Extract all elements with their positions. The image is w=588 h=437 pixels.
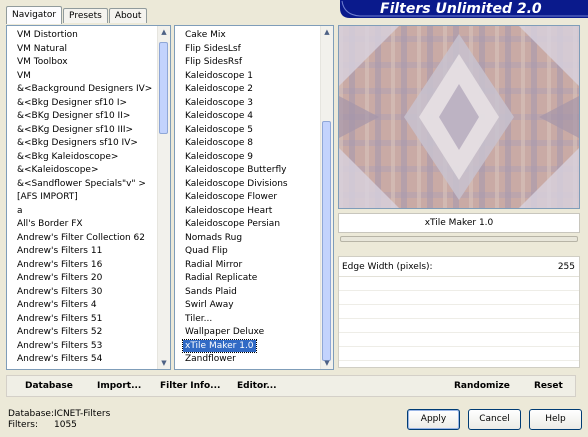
preview-image [339,26,579,208]
filter-item[interactable]: Kaleidoscope Flower [175,191,321,205]
category-item[interactable]: Andrew's Filters 54 [7,353,158,367]
action-bar: Database Import... Filter Info... Editor… [6,375,576,397]
filter-item[interactable]: Swirl Away [175,299,321,313]
tab-strip: Navigator Presets About [6,6,148,24]
filter-item[interactable]: Kaleidoscope 4 [175,110,321,124]
scroll-up-icon[interactable]: ▲ [321,27,333,37]
control-slider[interactable] [340,236,578,242]
category-item[interactable]: &<Bkg Kaleidoscope> [7,151,158,165]
filter-item[interactable]: Kaleidoscope 9 [175,151,321,165]
category-list-panel: VM Distortion VM Natural VM Toolbox VM &<Bac… [6,25,171,370]
scroll-thumb[interactable] [159,42,168,134]
category-item[interactable]: Andrew's Filters 30 [7,286,158,300]
filter-item[interactable]: Tiler... [175,313,321,327]
category-item[interactable]: VM Toolbox [7,56,158,70]
scroll-down-icon[interactable]: ▼ [158,358,170,368]
filter-name-label: xTile Maker 1.0 [338,213,580,233]
filter-item[interactable]: Radial Replicate [175,272,321,286]
category-item[interactable]: All's Border FX [7,218,158,232]
filter-item[interactable]: Sands Plaid [175,286,321,300]
database-status-value: ICNET-Filters [54,409,111,419]
filter-item[interactable]: Flip SidesLsf [175,43,321,57]
param-value[interactable]: 255 [558,262,575,272]
database-button[interactable]: Database [25,381,73,391]
param-label: Edge Width (pixels): [342,262,433,272]
category-item[interactable]: &<Bkg Designers sf10 IV> [7,137,158,151]
filter-item[interactable]: Zandflower [175,353,321,367]
filter-item[interactable]: Cake Mix [175,26,321,43]
category-item[interactable]: Andrew's Filters 4 [7,299,158,313]
filter-item-selected[interactable]: xTile Maker 1.0 [175,338,321,354]
filters-status-label: Filters: [8,420,39,430]
filter-item[interactable]: Kaleidoscope Divisions [175,178,321,192]
tab-navigator[interactable]: Navigator [6,6,63,24]
filter-list[interactable]: Cake Mix Flip SidesLsf Flip SidesRsf Kaleid… [175,26,321,369]
tab-about[interactable]: About [108,8,148,23]
filter-item[interactable]: Kaleidoscope Butterfly [175,164,321,178]
category-item[interactable]: Andrew's Filters 51 [7,313,158,327]
category-list[interactable]: VM Distortion VM Natural VM Toolbox VM &<Bac… [7,26,158,369]
filter-item[interactable]: Kaleidoscope 5 [175,124,321,138]
category-item[interactable]: &<Bkg Designer sf10 I> [7,97,158,111]
category-item[interactable]: &<BKg Designer sf10 II> [7,110,158,124]
scroll-up-icon[interactable]: ▲ [158,27,170,37]
help-button[interactable]: Help [529,409,582,430]
filter-item[interactable]: Flip SidesRsf [175,56,321,70]
category-item[interactable]: [AFS IMPORT] [7,191,158,205]
filter-info-button[interactable]: Filter Info... [160,381,220,391]
filter-item[interactable]: Nomads Rug [175,232,321,246]
filter-scrollbar[interactable]: ▲ ▼ [320,26,333,369]
filters-status-value: 1055 [54,420,77,430]
category-item[interactable]: &<Sandflower Specials"v" > [7,178,158,192]
import-button[interactable]: Import... [97,381,141,391]
filter-item[interactable]: Kaleidoscope Heart [175,205,321,219]
scroll-thumb[interactable] [322,121,331,361]
category-item[interactable]: VM [7,70,158,84]
filter-item[interactable]: Kaleidoscope 3 [175,97,321,111]
cancel-button[interactable]: Cancel [468,409,521,430]
category-item[interactable]: a [7,205,158,219]
tab-presets[interactable]: Presets [63,8,108,23]
filter-item[interactable]: Kaleidoscope 1 [175,70,321,84]
category-item[interactable]: &<Background Designers IV> [7,83,158,97]
category-item[interactable]: VM Distortion [7,26,158,43]
apply-button[interactable]: Apply [407,409,460,430]
scroll-down-icon[interactable]: ▼ [321,358,333,368]
filter-item[interactable]: Kaleidoscope 8 [175,137,321,151]
category-item[interactable]: Andrew's Filter Collection 62 [7,232,158,246]
filter-item[interactable]: Radial Mirror [175,259,321,273]
category-item[interactable]: Andrew's Filters 52 [7,326,158,340]
category-item[interactable]: Andrew's Filters 11 [7,245,158,259]
category-item[interactable]: Andrew's Filters 16 [7,259,158,273]
category-scrollbar[interactable]: ▲ ▼ [157,26,170,369]
parameter-panel: Edge Width (pixels): 255 [338,256,580,368]
category-item[interactable]: &<BKg Designer sf10 III> [7,124,158,138]
category-item[interactable]: Andrew's Filters 20 [7,272,158,286]
database-status-label: Database: [8,409,54,419]
category-item[interactable]: VM Natural [7,43,158,57]
randomize-button[interactable]: Randomize [454,381,510,391]
filter-item[interactable]: Quad Flip [175,245,321,259]
filter-item[interactable]: Kaleidoscope Persian [175,218,321,232]
filter-item[interactable]: Wallpaper Deluxe [175,326,321,340]
reset-button[interactable]: Reset [534,381,563,391]
editor-button[interactable]: Editor... [237,381,277,391]
filter-item[interactable]: Kaleidoscope 2 [175,83,321,97]
filter-list-panel: Cake Mix Flip SidesLsf Flip SidesRsf Kaleid… [174,25,334,370]
category-item[interactable]: &<Kaleidoscope> [7,164,158,178]
app-title: Filters Unlimited 2.0 [380,1,542,17]
category-item[interactable]: Andrew's Filters 53 [7,340,158,354]
preview-frame [338,25,580,209]
